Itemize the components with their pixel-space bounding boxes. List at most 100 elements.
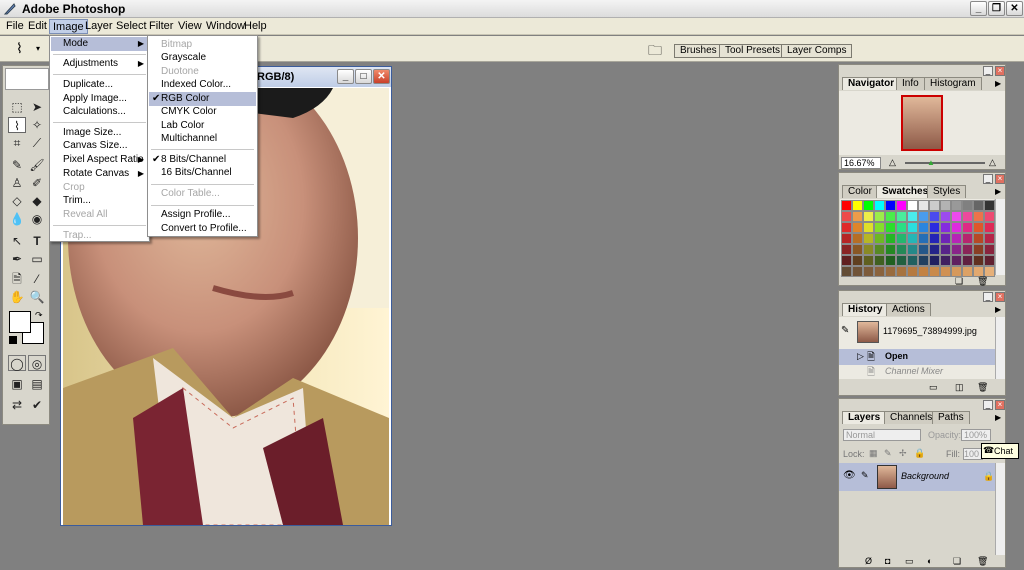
healing-brush-icon[interactable]: ✎ [8, 157, 26, 173]
color-swatch[interactable] [940, 211, 951, 222]
menu-item-grayscale[interactable]: Grayscale [149, 51, 256, 65]
foreground-color-swatch[interactable] [9, 311, 31, 333]
panel-close-icon[interactable]: × [995, 66, 1005, 76]
color-swatch[interactable] [863, 255, 874, 266]
opacity-field[interactable]: 100% [961, 429, 991, 441]
color-swatch[interactable] [962, 266, 973, 277]
color-swatch[interactable] [885, 200, 896, 211]
color-swatch[interactable] [962, 233, 973, 244]
color-swatch[interactable] [984, 200, 995, 211]
zoom-slider[interactable] [905, 162, 985, 164]
quick-mask-icon[interactable]: ◎ [28, 355, 46, 371]
color-swatch[interactable] [841, 211, 852, 222]
tab-color[interactable]: Color [842, 185, 878, 198]
color-swatch[interactable] [874, 233, 885, 244]
lock-all-icon[interactable]: 🔒 [914, 448, 925, 459]
panel-menu-arrow-icon[interactable]: ▶ [995, 413, 1001, 422]
color-swatch[interactable] [929, 255, 940, 266]
notes-tool-icon[interactable]: 🗎 [8, 271, 26, 287]
trash-icon[interactable]: 🗑 [977, 556, 988, 567]
color-swatch[interactable] [973, 244, 984, 255]
swap-colors-icon[interactable]: ↷ [35, 310, 43, 321]
path-selection-icon[interactable]: ↖ [8, 233, 26, 249]
menu-file[interactable]: File [3, 19, 27, 34]
pen-tool-icon[interactable]: ✒ [8, 251, 26, 267]
panel-menu-arrow-icon[interactable]: ▶ [995, 305, 1001, 314]
color-swatch[interactable] [973, 200, 984, 211]
color-swatch[interactable] [951, 233, 962, 244]
color-swatch[interactable] [962, 200, 973, 211]
imageready-icon[interactable]: ✔ [28, 397, 46, 413]
menu-item-rotate-canvas[interactable]: Rotate Canvas ▶ [51, 167, 148, 181]
panel-close-icon[interactable]: × [995, 174, 1005, 184]
hand-tool-icon[interactable]: ✋ [8, 289, 26, 305]
snapshot-name[interactable]: 1179695_73894999.jpg [883, 326, 977, 336]
menu-item-indexed-color[interactable]: Indexed Color... [149, 78, 256, 92]
doc-maximize-button[interactable]: □ [355, 69, 372, 84]
layer-link-icon[interactable]: ✎ [861, 470, 869, 481]
default-colors-icon[interactable] [9, 336, 17, 344]
panel-minimize-icon[interactable]: _ [983, 66, 993, 76]
color-swatch[interactable] [973, 233, 984, 244]
menu-view[interactable]: View [175, 19, 205, 34]
adjustment-layer-icon[interactable]: ◐ [927, 556, 932, 566]
color-swatch[interactable] [918, 255, 929, 266]
history-scrollbar[interactable] [995, 317, 1005, 379]
color-swatch[interactable] [907, 255, 918, 266]
menu-item-adjustments[interactable]: Adjustments ▶ [51, 57, 148, 71]
new-swatch-icon[interactable]: ❏ [955, 276, 963, 287]
menu-item-8-bits[interactable]: ✔ 8 Bits/Channel [149, 153, 256, 167]
color-swatch[interactable] [940, 266, 951, 277]
tab-history[interactable]: History [842, 303, 889, 316]
trash-icon[interactable]: 🗑 [977, 382, 988, 393]
dock-tab-brushes[interactable]: Brushes [674, 44, 723, 58]
menu-item-apply-image[interactable]: Apply Image... [51, 92, 148, 106]
color-swatch[interactable] [951, 222, 962, 233]
color-swatch[interactable] [984, 222, 995, 233]
menu-item-duplicate[interactable]: Duplicate... [51, 78, 148, 92]
color-swatch[interactable] [863, 233, 874, 244]
slice-tool-icon[interactable]: ⟋ [28, 135, 46, 151]
color-swatch[interactable] [962, 211, 973, 222]
visibility-eye-icon[interactable]: 👁 [843, 470, 856, 481]
panel-minimize-icon[interactable]: _ [983, 174, 993, 184]
trash-icon[interactable]: 🗑 [977, 276, 988, 287]
color-swatch[interactable] [863, 222, 874, 233]
color-swatch[interactable] [885, 266, 896, 277]
panel-minimize-icon[interactable]: _ [983, 292, 993, 302]
color-swatch[interactable] [918, 200, 929, 211]
brush-tool-icon[interactable]: 🖌 [28, 157, 46, 173]
layer-set-icon[interactable]: ▭ [905, 556, 914, 567]
blur-tool-icon[interactable]: 💧 [8, 211, 26, 227]
color-swatch[interactable] [962, 255, 973, 266]
new-document-from-state-icon[interactable]: ▭ [929, 382, 938, 393]
shape-tool-icon[interactable]: ▭ [28, 251, 46, 267]
menu-item-trim[interactable]: Trim... [51, 194, 148, 208]
color-swatch[interactable] [940, 233, 951, 244]
menu-item-calculations[interactable]: Calculations... [51, 105, 148, 119]
layer-row-background[interactable]: 👁 ✎ Background 🔒 [839, 463, 995, 491]
color-swatch[interactable] [885, 255, 896, 266]
color-swatch[interactable] [896, 233, 907, 244]
doc-close-button[interactable]: ✕ [373, 69, 390, 84]
minimize-button[interactable]: _ [970, 1, 987, 16]
lasso-tool-icon[interactable]: ⌇ [8, 117, 26, 133]
tab-layers[interactable]: Layers [842, 411, 887, 424]
color-swatch[interactable] [984, 211, 995, 222]
color-swatch[interactable] [984, 244, 995, 255]
panel-close-icon[interactable]: × [995, 292, 1005, 302]
jump-to-imageready-icon[interactable]: ⇄ [8, 397, 26, 413]
stamp-tool-icon[interactable]: ♙ [8, 175, 26, 191]
color-swatch[interactable] [874, 244, 885, 255]
color-swatch[interactable] [874, 200, 885, 211]
color-swatch[interactable] [907, 222, 918, 233]
color-swatch[interactable] [841, 255, 852, 266]
color-swatch[interactable] [929, 211, 940, 222]
color-swatch[interactable] [951, 200, 962, 211]
color-swatch[interactable] [863, 200, 874, 211]
lock-transparency-icon[interactable]: ▦ [869, 448, 878, 459]
color-swatch[interactable] [885, 233, 896, 244]
zoom-level-field[interactable]: 16.67% [841, 157, 881, 169]
new-snapshot-icon[interactable]: ◫ [955, 382, 964, 393]
tab-swatches[interactable]: Swatches [876, 185, 935, 198]
